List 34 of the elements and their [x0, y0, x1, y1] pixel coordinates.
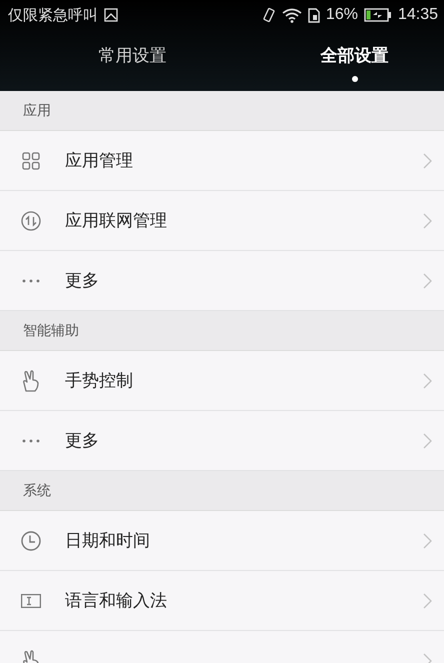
carrier-text: 仅限紧急呼叫: [8, 6, 98, 24]
chevron-icon: [423, 272, 432, 288]
chevron-icon: [423, 212, 432, 228]
section-title: 智能辅助: [23, 322, 79, 340]
row-label: 应用联网管理: [65, 210, 168, 232]
chevron-icon: [423, 532, 432, 548]
dots-icon: [22, 278, 40, 282]
clock-text: 14:35: [398, 6, 438, 24]
section-title: 应用: [23, 102, 51, 120]
text-cursor-icon: [20, 594, 40, 608]
tab[interactable]: 全部设置: [265, 30, 444, 91]
hand-icon: [22, 370, 40, 392]
wifi-icon: [282, 8, 302, 22]
row-label: 日期和时间: [65, 530, 151, 552]
section-title: 系统: [23, 482, 51, 500]
image-icon: [104, 8, 118, 22]
row-label: 手势控制: [65, 370, 134, 392]
tab[interactable]: 常用设置: [0, 30, 265, 91]
clock-icon: [20, 530, 40, 550]
battery-percent-text: 16%: [326, 6, 358, 24]
battery-icon: [364, 8, 392, 22]
row-label: 语言和输入法: [65, 590, 168, 612]
row-label: 更多: [65, 430, 100, 452]
arrows-circle-icon: [20, 210, 40, 230]
vibrate-icon: [262, 7, 276, 23]
chevron-icon: [423, 432, 432, 448]
chevron-icon: [423, 152, 432, 168]
dots-icon: [22, 438, 40, 442]
grid-icon: [22, 152, 40, 170]
row-label: 更多: [65, 270, 100, 292]
chevron-icon: [423, 592, 432, 608]
sim-card-icon: [308, 8, 320, 22]
row-label: 应用管理: [65, 150, 134, 172]
chevron-icon: [423, 372, 432, 388]
